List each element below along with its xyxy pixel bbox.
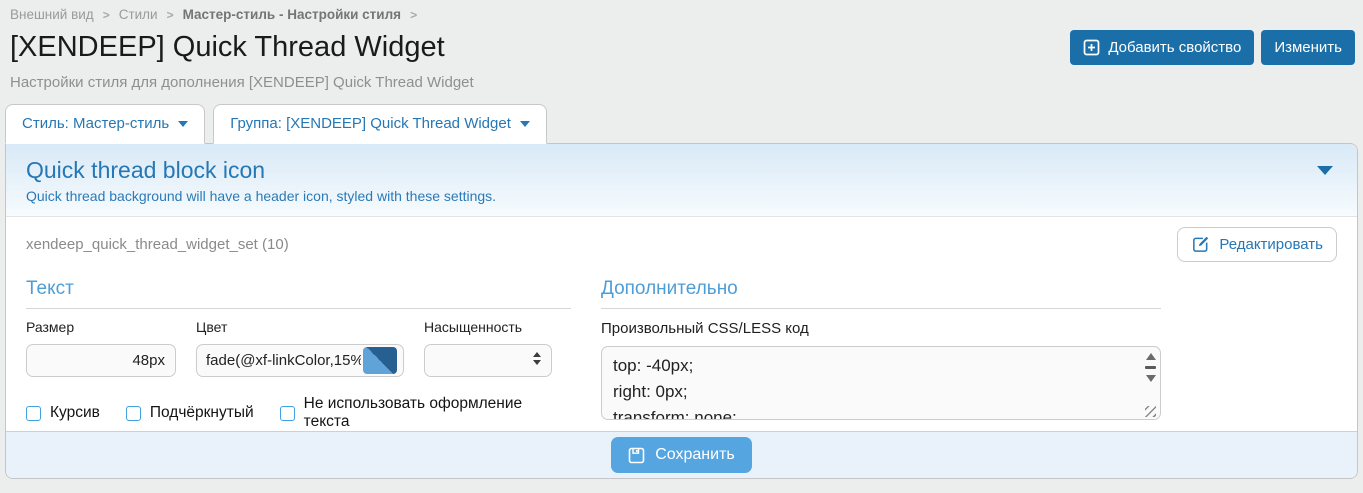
page-header: Внешний вид > Стили > Мастер-стиль - Нас… [0,0,1363,91]
text-settings-column: Текст Размер Цвет Насыщеннос [26,278,571,431]
weight-label: Насыщенность [424,319,552,335]
scroll-up-icon[interactable] [1146,353,1156,360]
page-title: [XENDEEP] Quick Thread Widget [10,31,445,64]
weight-field: Насыщенность [424,319,552,377]
style-selector-label: Стиль: Мастер-стиль [22,115,169,132]
panel-body: xendeep_quick_thread_widget_set (10) Ред… [6,217,1357,431]
select-arrows-icon [533,352,541,365]
extra-group-heading: Дополнительно [601,278,1161,309]
plus-square-icon [1083,39,1100,56]
section-title: Quick thread block icon [26,157,1337,184]
size-input[interactable] [26,344,176,377]
group-selector-label: Группа: [XENDEEP] Quick Thread Widget [230,115,511,132]
scrollbar-thumb[interactable] [1145,366,1156,369]
color-field: Цвет [196,319,404,377]
header-actions: Добавить свойство Изменить [1070,30,1355,65]
underline-checkbox[interactable] [126,406,141,421]
scroll-down-icon[interactable] [1146,375,1156,382]
breadcrumb-styles[interactable]: Стили [119,7,158,22]
chevron-down-icon [520,121,530,127]
text-style-checkboxes: Курсив Подчёркнутый Не использовать офор… [26,395,571,431]
group-selector-tab[interactable]: Группа: [XENDEEP] Quick Thread Widget [213,104,547,144]
breadcrumb: Внешний вид > Стили > Мастер-стиль - Нас… [10,7,1355,22]
save-label: Сохранить [655,446,735,464]
underline-label: Подчёркнутый [150,404,254,422]
color-input[interactable] [197,352,363,369]
property-set-name: xendeep_quick_thread_widget_set (10) [26,236,289,253]
css-code-label: Произвольный CSS/LESS код [601,320,1161,337]
breadcrumb-style-properties[interactable]: Мастер-стиль - Настройки стиля [183,7,401,22]
breadcrumb-separator: > [410,8,417,22]
add-property-label: Добавить свойство [1108,39,1241,56]
weight-select[interactable] [424,344,552,377]
color-swatch-button[interactable] [363,347,397,374]
underline-checkbox-item[interactable]: Подчёркнутый [126,404,254,422]
breadcrumb-separator: > [167,8,174,22]
breadcrumb-separator: > [103,8,110,22]
save-floppy-icon [628,447,645,464]
chevron-down-icon [178,121,188,127]
color-label: Цвет [196,319,404,335]
save-button[interactable]: Сохранить [611,437,752,473]
resize-grip-icon[interactable] [1145,406,1156,417]
page-subtitle: Настройки стиля для дополнения [XENDEEP]… [10,74,1355,91]
pencil-square-icon [1191,235,1210,254]
textarea-scrollbar[interactable] [1143,349,1158,417]
filter-tabs: Стиль: Мастер-стиль Группа: [XENDEEP] Qu… [5,104,1363,143]
italic-checkbox[interactable] [26,406,41,421]
no-decoration-checkbox[interactable] [280,406,295,421]
edit-mode-label: Изменить [1274,39,1342,56]
edit-mode-button[interactable]: Изменить [1261,30,1355,65]
edit-property-label: Редактировать [1219,236,1323,253]
edit-property-button[interactable]: Редактировать [1177,227,1337,262]
size-field: Размер [26,319,176,377]
property-group-panel: Quick thread block icon Quick thread bac… [5,143,1358,479]
italic-checkbox-item[interactable]: Курсив [26,404,100,422]
no-decoration-label: Не использовать оформление текста [304,395,571,431]
style-selector-tab[interactable]: Стиль: Мастер-стиль [5,104,205,144]
css-code-textarea[interactable]: top: -40px; right: 0px; transform: none; [602,347,1140,419]
collapse-section-icon[interactable] [1317,166,1333,175]
add-property-button[interactable]: Добавить свойство [1070,30,1254,65]
section-header: Quick thread block icon Quick thread bac… [6,144,1357,217]
section-description: Quick thread background will have a head… [26,188,1337,204]
breadcrumb-appearance[interactable]: Внешний вид [10,7,94,22]
panel-footer: Сохранить [6,431,1357,478]
no-decoration-checkbox-item[interactable]: Не использовать оформление текста [280,395,571,431]
extra-settings-column: Дополнительно Произвольный CSS/LESS код … [601,278,1161,431]
css-code-wrapper: top: -40px; right: 0px; transform: none; [601,346,1161,420]
italic-label: Курсив [50,404,100,422]
text-group-heading: Текст [26,278,571,309]
size-label: Размер [26,319,176,335]
